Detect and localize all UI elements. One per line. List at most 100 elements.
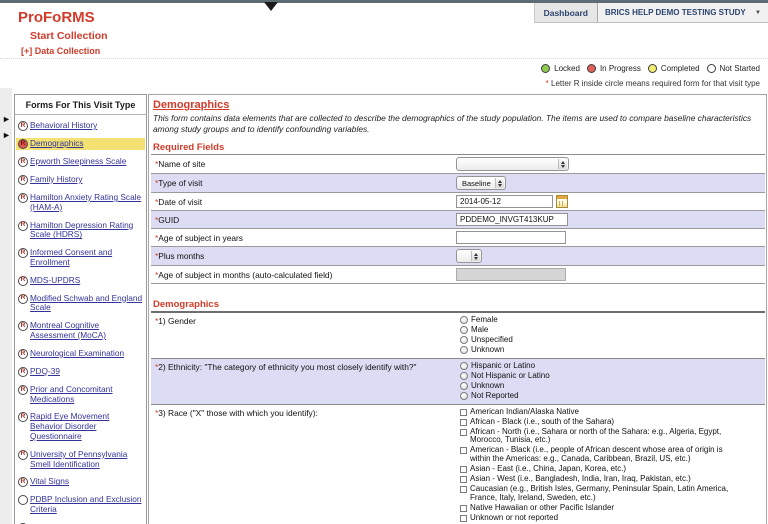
checkbox-icon[interactable] <box>460 466 467 474</box>
option-radio[interactable]: Hispanic or Latino <box>460 361 737 371</box>
guid-input[interactable]: PDDEMO_INVGT413KUP <box>456 213 568 226</box>
option-radio[interactable]: Not Reported <box>460 391 737 401</box>
study-selector-value: BRICS HELP DEMO TESTING STUDY <box>605 8 746 17</box>
visit-select[interactable]: Baseline <box>456 176 506 190</box>
down-arrow-icon <box>474 256 478 260</box>
sidebar-item[interactable]: R Epworth Sleepiness Scale <box>16 156 145 168</box>
option-checkbox[interactable]: American Indian/Alaska Native <box>460 407 737 417</box>
sidebar-item-label[interactable]: PDQ-39 <box>30 366 60 377</box>
sidebar-item-label[interactable]: PDBP Inclusion and Exclusion Criteria <box>30 494 144 515</box>
sidebar-item[interactable]: PDBP Inclusion and Exclusion Criteria <box>16 494 145 516</box>
study-selector[interactable]: BRICS HELP DEMO TESTING STUDY ▼ <box>598 3 768 22</box>
option-radio[interactable]: Unknown <box>460 381 737 391</box>
required-asterisk: * <box>155 316 159 326</box>
sidebar-item[interactable]: R PDQ-39 <box>16 366 145 378</box>
radio-button-icon[interactable] <box>460 335 468 344</box>
years-input[interactable] <box>456 231 566 244</box>
checkbox-icon[interactable] <box>460 486 467 494</box>
radio-button-icon[interactable] <box>460 381 468 390</box>
checkbox-icon[interactable] <box>460 505 467 513</box>
dashboard-link[interactable]: Dashboard <box>535 3 598 22</box>
date-input[interactable]: 2014-05-12 <box>456 195 553 208</box>
checkbox-icon[interactable] <box>460 418 467 426</box>
sidebar-item-label[interactable]: Informed Consent and Enrollment <box>30 247 144 268</box>
sidebar-item[interactable]: R Demographics <box>16 138 145 150</box>
option-radio[interactable]: Unspecified <box>460 335 737 345</box>
checkbox-icon[interactable] <box>460 428 467 436</box>
radio-button-icon[interactable] <box>460 361 468 370</box>
radio-button-icon[interactable] <box>460 391 468 400</box>
option-checkbox[interactable]: Caucasian (e.g., British Isles, Germany,… <box>460 484 737 503</box>
field-label: *Name of site <box>155 159 206 169</box>
sidebar-item-label[interactable]: Family History <box>30 174 83 185</box>
sidebar-item-label[interactable]: Montreal Cognitive Assessment (MoCA) <box>30 320 144 341</box>
field-control <box>456 266 765 283</box>
form-status-circle-icon: R <box>18 348 28 359</box>
sidebar-item[interactable]: R University of Pennsylvania Smell Identi… <box>16 449 145 471</box>
radio-button-icon[interactable] <box>460 345 468 354</box>
required-asterisk: * <box>155 159 159 169</box>
sidebar-item[interactable]: R Family History <box>16 174 145 186</box>
option-checkbox[interactable]: Unknown or not reported <box>460 513 737 523</box>
sidebar-item[interactable]: R Hamilton Depression Rating Scale (HDRS) <box>16 220 145 242</box>
sidebar-item-label[interactable]: Demographics <box>30 138 84 149</box>
sidebar-item[interactable]: R Rapid Eye Movement Behavior Disorder Qu… <box>16 411 145 442</box>
option-radio[interactable]: Not Hispanic or Latino <box>460 371 737 381</box>
sidebar-item[interactable]: R Neurological Examination <box>16 348 145 360</box>
sidebar-item[interactable]: R Behavioral History <box>16 120 145 132</box>
checkbox-icon[interactable] <box>460 515 467 523</box>
months-select[interactable] <box>456 249 482 263</box>
radio-button-icon[interactable] <box>460 325 468 334</box>
sidebar-item-label[interactable]: Neurological Examination <box>30 348 124 359</box>
sidebar-item-label[interactable]: Epworth Sleepiness Scale <box>30 156 126 167</box>
checkbox-icon[interactable] <box>460 476 467 484</box>
sidebar-item[interactable]: R Montreal Cognitive Assessment (MoCA) <box>16 320 145 342</box>
option-checkbox[interactable]: Asian - East (i.e., China, Japan, Korea,… <box>460 464 737 474</box>
form-title: Demographics <box>153 99 230 111</box>
sidebar-item-label[interactable]: Rapid Eye Movement Behavior Disorder Que… <box>30 411 144 441</box>
option-radio[interactable]: Unknown <box>460 345 737 355</box>
sidebar-item-label[interactable]: MDS-UPDRS <box>30 275 80 286</box>
option-checkbox[interactable]: African - Black (i.e., south of the Saha… <box>460 417 737 427</box>
required-field-row: *Age of subject in years <box>151 229 765 247</box>
sidebar-item[interactable]: R Informed Consent and Enrollment <box>16 247 145 269</box>
sidebar-item-label[interactable]: Modified Schwab and England Scale <box>30 293 144 314</box>
sidebar-item-label[interactable]: Hamilton Anxiety Rating Scale (HAM-A) <box>30 192 144 213</box>
radio-button-icon[interactable] <box>460 371 468 380</box>
sidebar-item-label[interactable]: University of Pennsylvania Smell Identif… <box>30 449 144 470</box>
form-panel: Demographics This form contains data ele… <box>148 94 767 524</box>
sidebar-item[interactable]: R MDS-UPDRS <box>16 275 145 287</box>
data-collection-link[interactable]: [+] Data Collection <box>21 46 100 56</box>
checkbox-icon[interactable] <box>460 408 467 416</box>
input-value: 2014-05-12 <box>460 197 501 206</box>
form-status-circle-icon <box>18 495 28 506</box>
option-checkbox[interactable]: American - Black (i.e., people of Africa… <box>460 445 737 464</box>
forms-sidebar: Forms For This Visit Type R Behavioral Hi… <box>14 94 147 524</box>
sidebar-item[interactable]: R Vital Signs <box>16 476 145 488</box>
option-checkbox[interactable]: African - North (i.e., Sahara or north o… <box>460 427 737 446</box>
calc-input <box>456 268 566 281</box>
sidebar-item-label[interactable]: Vital Signs <box>30 476 69 487</box>
sidebar-item[interactable]: R Prior and Concomitant Medications <box>16 384 145 406</box>
calendar-icon[interactable] <box>556 195 568 208</box>
sidebar-item-label[interactable]: Prior and Concomitant Medications <box>30 384 144 405</box>
site-select[interactable] <box>456 157 569 171</box>
radio-button-icon[interactable] <box>460 316 468 324</box>
required-field-row: *Date of visit 2014-05-12 <box>151 193 765 211</box>
option-radio[interactable]: Male <box>460 325 737 335</box>
option-radio[interactable]: Female <box>460 315 737 325</box>
sidebar-item[interactable]: R Hamilton Anxiety Rating Scale (HAM-A) <box>16 192 145 214</box>
option-label: American - Black (i.e., people of Africa… <box>470 445 723 464</box>
option-checkbox[interactable]: Asian - West (i.e., Bangladesh, India, I… <box>460 474 737 484</box>
start-collection-link[interactable]: Start Collection <box>30 30 108 42</box>
option-label: Asian - West (i.e., Bangladesh, India, I… <box>470 474 691 484</box>
required-field-row: *GUID PDDEMO_INVGT413KUP <box>151 211 765 229</box>
sidebar-item-label[interactable]: Hamilton Depression Rating Scale (HDRS) <box>30 220 144 241</box>
option-checkbox[interactable]: Native Hawaiian or other Pacific Islande… <box>460 503 737 513</box>
sidebar-item[interactable]: R Modified Schwab and England Scale <box>16 293 145 315</box>
question-row: *2) Ethnicity: "The category of ethnicit… <box>151 358 765 405</box>
up-arrow-icon <box>474 252 478 256</box>
sidebar-item-label[interactable]: Behavioral History <box>30 120 97 131</box>
checkbox-icon[interactable] <box>460 447 467 455</box>
required-asterisk: * <box>155 361 159 372</box>
